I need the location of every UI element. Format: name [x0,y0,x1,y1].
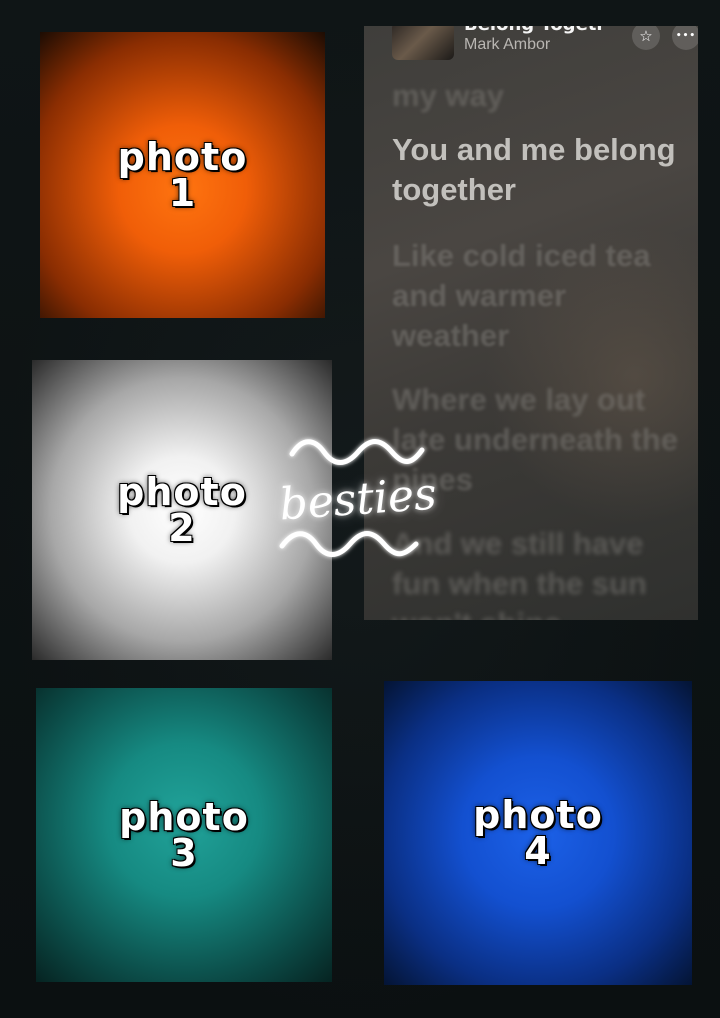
lyric-line-next: Like cold iced tea and warmer weather [392,238,651,353]
photo-number: 4 [524,829,552,873]
photo-placeholder-1[interactable]: photo 1 [40,32,325,318]
photo-placeholder-4[interactable]: photo 4 [384,681,692,985]
star-icon: ☆ [639,27,653,45]
song-header: Belong Together Mark Ambor ☆ ••• [392,26,698,66]
song-title: Belong Together [464,26,604,35]
photo-label-1: photo 1 [40,103,325,247]
photo-number: 1 [168,171,197,215]
more-options-button[interactable]: ••• [672,26,698,50]
photo-label-4: photo 4 [384,761,692,905]
album-art[interactable] [392,26,454,60]
song-artist: Mark Ambor [464,36,551,53]
besties-sticker[interactable]: besties [268,432,448,572]
favorite-button[interactable]: ☆ [632,26,660,50]
photo-label-3: photo 3 [36,763,332,907]
photo-number: 3 [170,831,198,875]
photo-placeholder-3[interactable]: photo 3 [36,688,332,982]
ellipsis-icon: ••• [675,31,697,41]
lyric-line-previous: my way [392,78,505,113]
lyric-line-current: You and me belong together [392,132,676,207]
